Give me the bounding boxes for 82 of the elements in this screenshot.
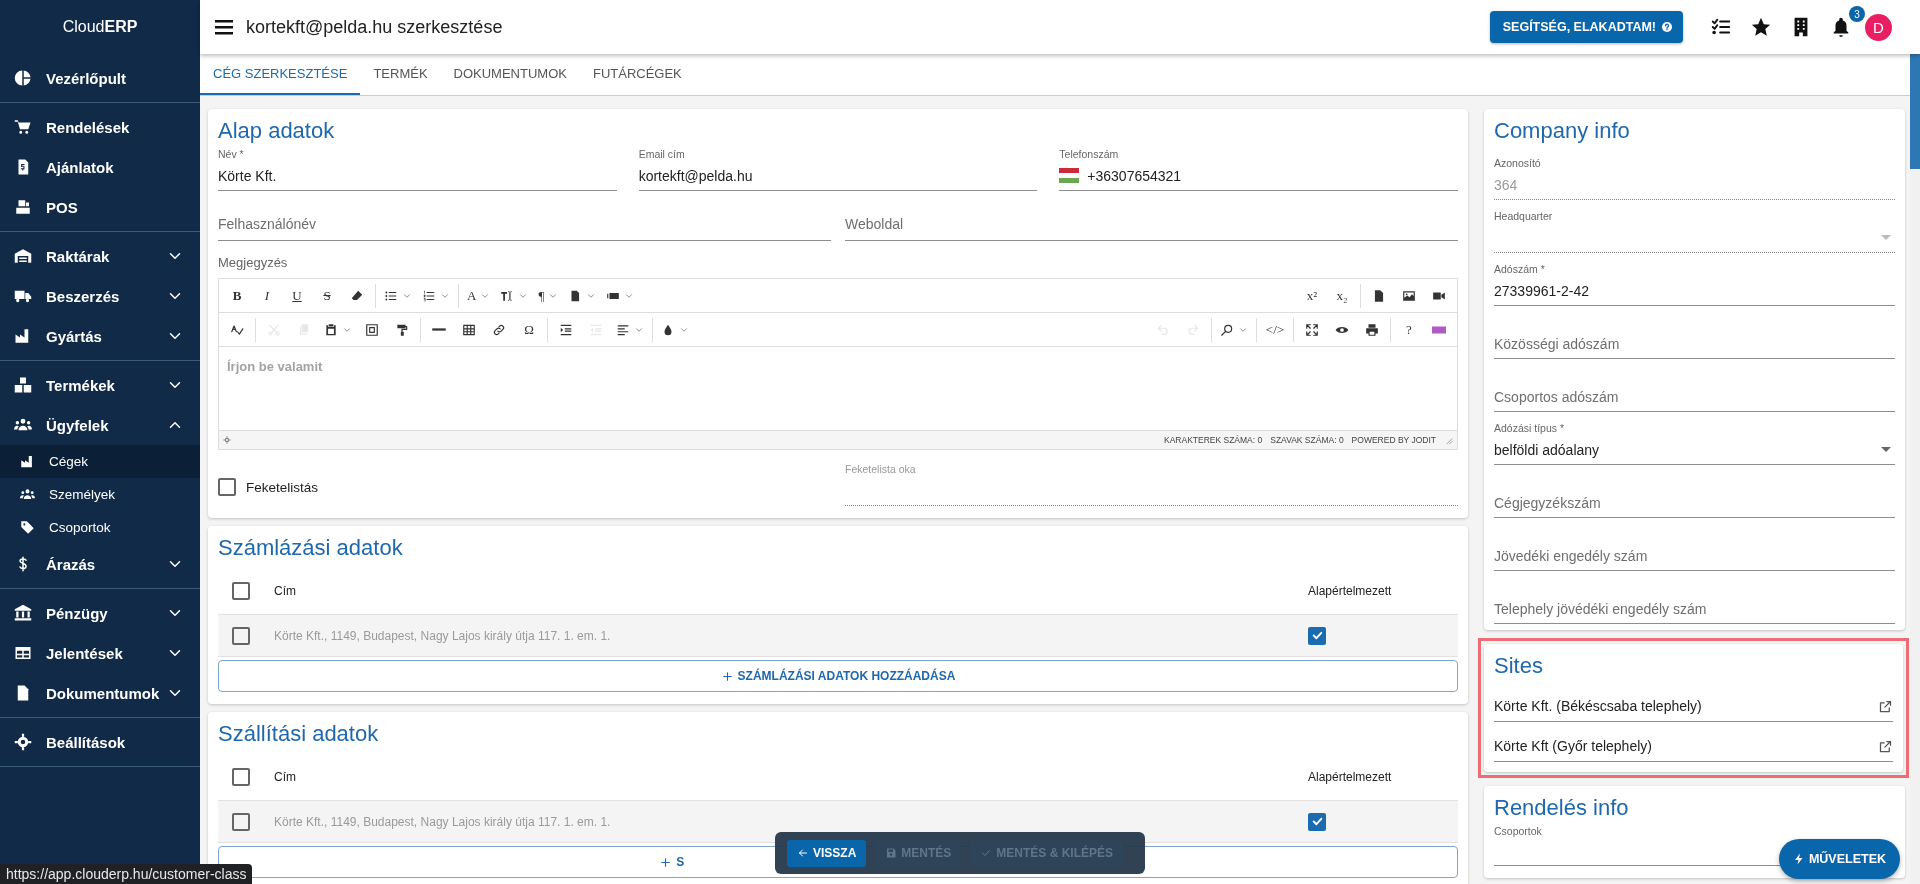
sidebar-subitem[interactable]: Csoportok	[0, 511, 200, 544]
section-title: Számlázási adatok	[218, 534, 404, 562]
field-label: Email cím	[638, 147, 685, 161]
tab[interactable]: TERMÉK	[360, 54, 441, 95]
sidebar-item[interactable]: Raktárak	[0, 236, 200, 276]
checkbox-label: Feketelistás	[246, 479, 319, 495]
input-field[interactable]: Közösségi adószám	[1494, 329, 1895, 359]
help-button[interactable]: SEGÍTSÉG, ELAKADTAM!	[1489, 11, 1683, 43]
phone-field[interactable]: +36307654321	[1059, 161, 1458, 191]
input-field[interactable]: Jövedéki engedély szám	[1494, 541, 1895, 571]
input-field[interactable]: Cégjegyzékszám	[1494, 488, 1895, 518]
field-label: Adózási típus *	[1494, 421, 1565, 435]
tab[interactable]: FUTÁRCÉGEK	[579, 54, 695, 95]
toolbar-button[interactable]: x²	[1297, 281, 1327, 310]
toolbar-button[interactable]: </>	[1260, 315, 1290, 344]
input-field[interactable]: Telephely jövédéki engedély szám	[1494, 594, 1895, 624]
input-field[interactable]: kortekft@pelda.hu	[638, 161, 1038, 191]
table-cell-text: Körte Kft., 1149, Budapest, Nagy Lajos király útja 117. 1. em. 1.	[274, 628, 612, 643]
column-header: Alapértelmezett	[1307, 584, 1393, 598]
toolbar-button[interactable]: Ω	[514, 315, 544, 344]
section-title: Szállítási adatok	[218, 720, 380, 748]
tab[interactable]: CÉG SZERKESZTÉSE	[200, 54, 361, 95]
field-label: Megjegyzés	[218, 255, 289, 270]
sidebar-item[interactable]: Termékek	[0, 365, 200, 405]
toolbar-button[interactable]: ¶	[533, 281, 564, 310]
add-button[interactable]: SZÁMLÁZÁSI ADATOK HOZZÁADÁSA	[218, 660, 1458, 692]
sidebar-item[interactable]: Gyártás	[0, 316, 200, 356]
page-title: kortekft@pelda.hu szerkesztése	[246, 16, 503, 38]
field-label: Telefonszám	[1059, 147, 1119, 161]
toolbar-button[interactable]: I	[252, 281, 282, 310]
column-header: Alapértelmezett	[1307, 770, 1393, 784]
dropdown-field[interactable]: belföldi adóalany	[1494, 435, 1895, 465]
input-field[interactable]: Weboldal	[845, 207, 1458, 241]
site-link[interactable]: Körte Kft (Győr telephely)	[1494, 722, 1893, 762]
sidebar-item[interactable]: Ajánlatok	[0, 147, 200, 187]
sidebar-item[interactable]: Vezérlőpult	[0, 58, 200, 98]
toolbar-button[interactable]: A	[462, 281, 496, 310]
field-label: Adószám *	[1494, 262, 1545, 276]
input-field[interactable]: Körte Kft.	[218, 161, 617, 191]
link-preview: https://app.clouderp.hu/customer-class	[0, 864, 253, 884]
input-field[interactable]: Felhasználónév	[218, 207, 831, 241]
field-label: Feketelista oka	[845, 462, 916, 476]
input-field[interactable]: Csoportos adószám	[1494, 382, 1895, 412]
section-title: Company info	[1494, 117, 1631, 145]
editor-status-text: KARAKTEREK SZÁMA: 0	[1164, 435, 1263, 445]
sidebar-item[interactable]: Árazás	[0, 544, 200, 584]
column-header: Cím	[274, 770, 297, 784]
logo[interactable]: CloudERP	[0, 0, 200, 54]
toolbar-button[interactable]: B	[222, 281, 252, 310]
section-title: Sites	[1494, 652, 1544, 680]
sidebar-item[interactable]: Rendelések	[0, 107, 200, 147]
back-button[interactable]: VISSZA	[787, 839, 867, 867]
avatar[interactable]: D	[1865, 13, 1892, 41]
tab[interactable]: DOKUMENTUMOK	[440, 54, 580, 95]
sidebar-item[interactable]: Dokumentumok	[0, 673, 200, 713]
sidebar-item[interactable]: Jelentések	[0, 633, 200, 673]
toolbar-button[interactable]: S	[312, 281, 342, 310]
sidebar-subitem[interactable]: Cégek	[0, 445, 200, 478]
notification-badge: 3	[1849, 6, 1865, 22]
field-label: Azonosító	[1494, 156, 1541, 170]
section-title: Rendelés info	[1494, 794, 1630, 822]
actions-button[interactable]: MŰVELETEK	[1778, 839, 1900, 879]
section-title: Alap adatok	[218, 117, 336, 145]
field-label: Csoportok	[1494, 824, 1542, 838]
editor-status-text: POWERED BY JODIT	[1351, 435, 1436, 445]
field-label: Név *	[218, 147, 244, 161]
sidebar-subitem[interactable]: Személyek	[0, 478, 200, 511]
editor-status-text: SZAVAK SZÁMA: 0	[1270, 435, 1344, 445]
sidebar-item[interactable]: Beszerzés	[0, 276, 200, 316]
toolbar-button[interactable]: U	[282, 281, 312, 310]
input-field[interactable]: 27339961-2-42	[1494, 276, 1895, 306]
table-cell-text: Körte Kft., 1149, Budapest, Nagy Lajos király útja 117. 1. em. 1.	[274, 814, 612, 829]
toolbar-button[interactable]: ?	[1394, 315, 1424, 344]
sidebar-item[interactable]: Pénzügy	[0, 593, 200, 633]
sidebar-item[interactable]: Beállítások	[0, 722, 200, 762]
sidebar-item[interactable]: POS	[0, 187, 200, 227]
toolbar-button[interactable]: x₂	[1327, 281, 1357, 310]
field-label: Headquarter	[1494, 209, 1553, 223]
sidebar-item[interactable]: Ügyfelek	[0, 405, 200, 445]
rich-text-editor[interactable]: B I U S A ¶ x² x₂ Ω </> ? Írjon be valamit KARAKTEREK SZÁMA: 0 SZAVAK SZÁMA: 0 POWERED BY JODIT	[218, 278, 1458, 450]
site-link[interactable]: Körte Kft. (Békéscsaba telephely)	[1494, 682, 1893, 722]
column-header: Cím	[274, 584, 297, 598]
